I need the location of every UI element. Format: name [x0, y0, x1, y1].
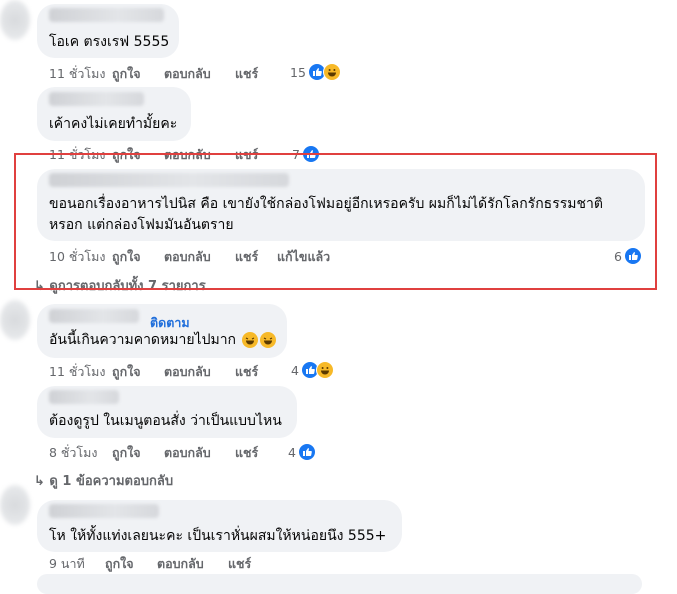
author-name[interactable]: [49, 8, 164, 22]
author-name[interactable]: [49, 504, 159, 518]
comment-text: เค้าคงไม่เคยทำมั้ยคะ: [49, 116, 178, 132]
avatar[interactable]: [0, 485, 30, 525]
avatar[interactable]: [0, 300, 30, 340]
author-name[interactable]: [49, 390, 119, 404]
comment-meta: 8 ชั่วโมง ถูกใจ ตอบกลับ แชร์: [49, 443, 258, 463]
reply-arrow-icon: ↳: [34, 279, 50, 294]
like-icon: [623, 247, 642, 265]
share-button[interactable]: แชร์: [235, 443, 258, 463]
reply-button[interactable]: ตอบกลับ: [164, 443, 235, 463]
reaction-summary[interactable]: 6: [614, 247, 642, 265]
reply-button[interactable]: ตอบกลับ: [164, 64, 235, 84]
comment-meta: 11 ชั่วโมง ถูกใจ ตอบกลับ แชร์: [49, 362, 258, 382]
like-button[interactable]: ถูกใจ: [112, 145, 164, 165]
like-button[interactable]: ถูกใจ: [112, 247, 164, 267]
reaction-summary[interactable]: 15: [290, 63, 341, 81]
comment-time[interactable]: 10 ชั่วโมง: [49, 247, 112, 267]
comment-time[interactable]: 11 ชั่วโมง: [49, 145, 112, 165]
comment-meta: 11 ชั่วโมง ถูกใจ ตอบกลับ แชร์: [49, 64, 258, 84]
comment-time[interactable]: 11 ชั่วโมง: [49, 64, 112, 84]
like-button[interactable]: ถูกใจ: [112, 362, 164, 382]
edited-label[interactable]: แก้ไขแล้ว: [277, 247, 330, 267]
like-button[interactable]: ถูกใจ: [105, 554, 157, 574]
comment-bubble: [37, 574, 642, 594]
author-name[interactable]: [49, 92, 144, 106]
share-button[interactable]: แชร์: [235, 362, 258, 382]
share-button[interactable]: แชร์: [228, 554, 251, 574]
haha-icon: [322, 63, 341, 81]
reaction-count: 15: [290, 64, 306, 80]
reaction-count: 7: [292, 146, 300, 162]
comment-time[interactable]: 8 ชั่วโมง: [49, 443, 112, 463]
reply-button[interactable]: ตอบกลับ: [164, 247, 235, 267]
comment-time[interactable]: 9 นาที: [49, 554, 105, 574]
comment-meta: 10 ชั่วโมง ถูกใจ ตอบกลับ แชร์ แก้ไขแล้ว: [49, 247, 330, 267]
comment-text-line-2: หรอก แต่กล่องโฟมมันอันตราย: [49, 217, 234, 233]
share-button[interactable]: แชร์: [235, 145, 258, 165]
reply-arrow-icon: ↳: [34, 474, 50, 489]
share-button[interactable]: แชร์: [235, 247, 277, 267]
laughing-emoji-icon: [242, 332, 259, 348]
like-button[interactable]: ถูกใจ: [112, 64, 164, 84]
comment-text: โห ให้ทั้งแท่งเลยนะคะ เป็นเราหั่นผสมให้ห…: [49, 528, 387, 544]
avatar[interactable]: [0, 0, 30, 40]
like-icon: [297, 443, 316, 461]
share-button[interactable]: แชร์: [235, 64, 258, 84]
reaction-count: 4: [288, 444, 296, 460]
comment-text-line-1: ขอนอกเรื่องอาหารไปนิส คือ เขายังใช้กล่อง…: [49, 196, 603, 212]
view-replies-label: ดูการตอบกลับทั้ง 7 รายการ: [49, 279, 206, 294]
reaction-summary[interactable]: 4: [291, 361, 334, 379]
reply-button[interactable]: ตอบกลับ: [164, 362, 235, 382]
comment-time[interactable]: 11 ชั่วโมง: [49, 362, 112, 382]
reply-button[interactable]: ตอบกลับ: [164, 145, 235, 165]
comment-text: อันนี้เกินความคาดหมายไปมาก: [49, 330, 277, 351]
reaction-summary[interactable]: 7: [292, 145, 320, 163]
laughing-emoji-icon: [260, 332, 277, 348]
author-name[interactable]: [49, 173, 289, 187]
reaction-count: 4: [291, 362, 299, 378]
haha-icon: [315, 361, 334, 379]
reaction-count: 6: [614, 248, 622, 264]
view-replies-link[interactable]: ↳ ดู 1 ข้อความตอบกลับ: [34, 470, 173, 491]
comment-text-body: อันนี้เกินความคาดหมายไปมาก: [49, 332, 237, 348]
like-icon: [301, 145, 320, 163]
reaction-summary[interactable]: 4: [288, 443, 316, 461]
like-button[interactable]: ถูกใจ: [112, 443, 164, 463]
author-name[interactable]: [49, 309, 139, 323]
reply-button[interactable]: ตอบกลับ: [157, 554, 228, 574]
view-replies-link[interactable]: ↳ ดูการตอบกลับทั้ง 7 รายการ: [34, 275, 206, 296]
view-replies-label: ดู 1 ข้อความตอบกลับ: [49, 474, 174, 489]
comment-text: โอเค ตรงเรฟ 5555: [49, 34, 170, 50]
comment-meta: 9 นาที ถูกใจ ตอบกลับ แชร์: [49, 554, 251, 574]
comment-meta: 11 ชั่วโมง ถูกใจ ตอบกลับ แชร์: [49, 145, 258, 165]
comment-text: ต้องดูรูป ในเมนูตอนสั่ง ว่าเป็นแบบไหน: [49, 413, 282, 429]
